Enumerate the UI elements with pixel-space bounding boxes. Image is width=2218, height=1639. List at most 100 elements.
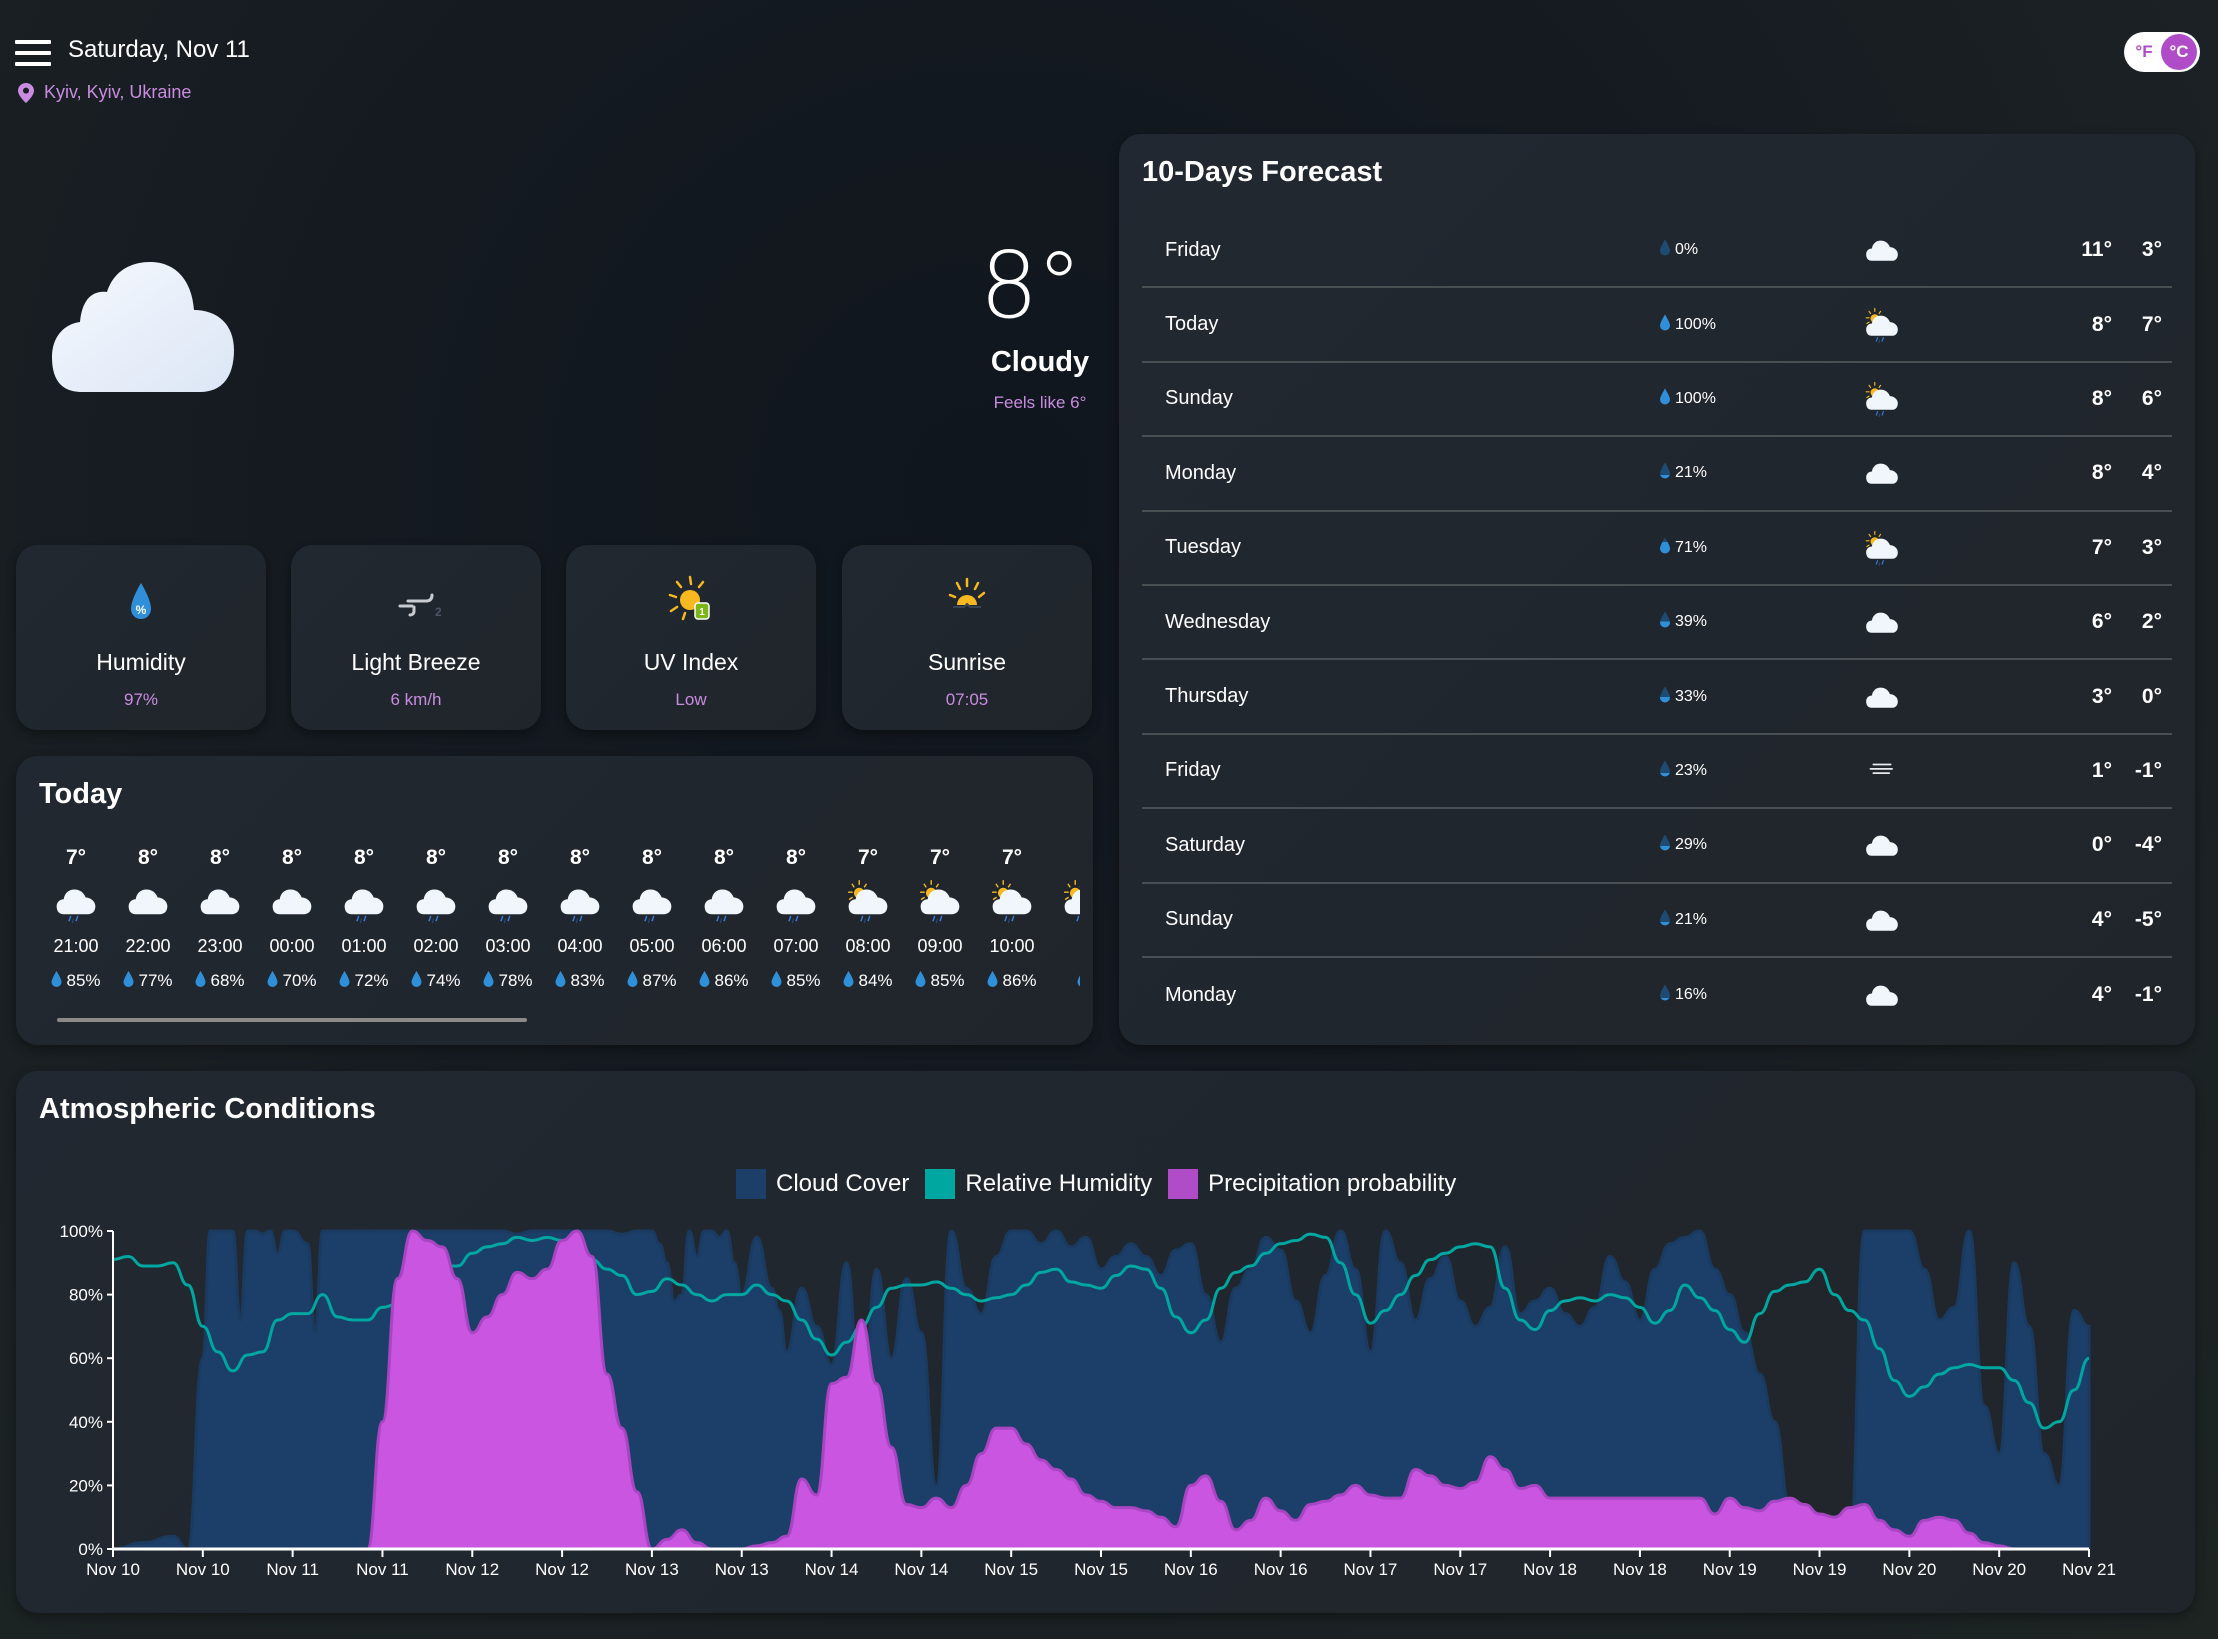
hour-precip: 85% xyxy=(760,966,832,996)
atmospheric-title: Atmospheric Conditions xyxy=(39,1093,376,1125)
hour-time: 01:00 xyxy=(341,936,387,956)
x-tick-label: Nov 20 xyxy=(1972,1560,2026,1579)
forecast-row[interactable]: Saturday 29% 0° -4° xyxy=(1142,809,2172,884)
legend-item[interactable]: Relative Humidity xyxy=(925,1169,1152,1199)
forecast-day: Friday xyxy=(1165,238,1221,261)
legend-item[interactable]: Precipitation probability xyxy=(1168,1169,1456,1199)
cloud-icon xyxy=(1862,827,1902,863)
x-tick-label: Nov 20 xyxy=(1882,1560,1936,1579)
cloud-icon xyxy=(112,876,184,926)
sunrise-card: Sunrise 07:05 xyxy=(842,545,1092,730)
forecast-high: 7° xyxy=(2091,535,2112,559)
ten-day-forecast-card: 10-Days Forecast Friday 0% 11° 3° Today … xyxy=(1119,134,2195,1045)
hour-precip-value: 72% xyxy=(354,971,389,990)
y-tick-label: 80% xyxy=(69,1286,103,1305)
hour-item: 7° 09:00 85% xyxy=(904,840,976,996)
hour-temp: 7° xyxy=(857,846,879,869)
cloud-icon xyxy=(1862,902,1902,938)
day-rain-icon xyxy=(832,876,904,926)
drop-icon xyxy=(1660,984,1670,1006)
cloud-icon xyxy=(52,262,234,392)
x-tick-label: Nov 15 xyxy=(1074,1560,1128,1579)
hourly-scrollbar[interactable] xyxy=(57,1018,527,1022)
menu-icon xyxy=(15,40,51,44)
forecast-precip-value: 21% xyxy=(1675,910,1708,928)
x-tick-label: Nov 12 xyxy=(445,1560,499,1579)
cloud-icon xyxy=(184,876,256,926)
x-tick-label: Nov 19 xyxy=(1703,1560,1757,1579)
drop-icon xyxy=(1660,239,1670,261)
hour-precip: 78% xyxy=(472,966,544,996)
legend-swatch xyxy=(1168,1169,1199,1199)
drop-icon xyxy=(195,970,206,992)
fahrenheit-option[interactable]: °F xyxy=(2127,42,2161,62)
x-tick-label: Nov 10 xyxy=(86,1560,140,1579)
atmospheric-chart: 0% 20% 40% 60% 80% 100% Nov 10 Nov 10 Nov 11 Nov … xyxy=(60,1222,2116,1579)
hour-precip: 85% xyxy=(904,966,976,996)
forecast-day: Sunday xyxy=(1165,908,1233,931)
drop-icon xyxy=(699,970,710,992)
hourly-list[interactable]: 7° 21:00 85% 8° 22:00 77% 8° 23:00 68% 8… xyxy=(40,840,1080,996)
drop-icon xyxy=(411,970,422,992)
hour-time: 00:00 xyxy=(269,936,315,956)
forecast-high: 8° xyxy=(2091,461,2112,485)
x-tick-label: Nov 21 xyxy=(2062,1560,2116,1579)
drop-icon xyxy=(1077,971,1080,992)
forecast-precip: 0% xyxy=(1660,239,1698,261)
location-pin-icon xyxy=(18,82,34,103)
stat-label: UV Index xyxy=(643,649,739,675)
night-rain-icon xyxy=(472,876,544,926)
forecast-high: 0° xyxy=(2091,833,2112,857)
hour-item: 8° 23:00 68% xyxy=(184,840,256,996)
wind-card: 2 Light Breeze 6 km/h xyxy=(291,545,541,730)
forecast-row[interactable]: Monday 21% 8° 4° xyxy=(1142,437,2172,512)
hour-temp: 7° xyxy=(65,846,87,869)
forecast-row[interactable]: Sunday 100% 8° 6° xyxy=(1142,363,2172,438)
cloud-icon xyxy=(1862,679,1902,715)
x-tick-label: Nov 13 xyxy=(715,1560,769,1579)
night-rain-icon xyxy=(328,876,400,926)
forecast-low: -1° xyxy=(2134,983,2162,1007)
menu-button[interactable] xyxy=(15,40,51,66)
forecast-row[interactable]: Friday 23% 1° -1° xyxy=(1142,735,2172,810)
forecast-precip: 21% xyxy=(1660,462,1707,484)
forecast-row[interactable]: Sunday 21% 4° -5° xyxy=(1142,884,2172,958)
wind-icon: 2 xyxy=(398,593,442,619)
location: Kyiv, Kyiv, Ukraine xyxy=(18,82,191,103)
hour-precip-value: 85% xyxy=(786,971,821,990)
x-tick-label: Nov 12 xyxy=(535,1560,589,1579)
drop-icon xyxy=(1660,909,1670,931)
forecast-low: 3° xyxy=(2141,535,2162,559)
hour-precip-value: 68% xyxy=(210,971,245,990)
forecast-row[interactable]: Wednesday 39% 6° 2° xyxy=(1142,586,2172,661)
y-tick-label: 100% xyxy=(60,1222,103,1241)
x-tick-label: Nov 14 xyxy=(894,1560,948,1579)
drop-icon xyxy=(339,970,350,992)
forecast-day: Wednesday xyxy=(1165,610,1271,633)
forecast-row[interactable]: Thursday 33% 3° 0° xyxy=(1142,660,2172,735)
unit-toggle[interactable]: °F °C xyxy=(2124,32,2200,72)
day-rain-icon xyxy=(904,876,976,926)
forecast-row[interactable]: Friday 0% 11° 3° xyxy=(1142,214,2172,289)
y-tick-label: 60% xyxy=(69,1349,103,1368)
hour-precip-value: 86% xyxy=(1002,971,1037,990)
day-rain-icon xyxy=(1048,876,1080,926)
hour-time: 03:00 xyxy=(485,936,531,956)
forecast-day: Monday xyxy=(1165,461,1237,484)
forecast-day: Tuesday xyxy=(1165,536,1241,559)
forecast-row[interactable]: Tuesday 71% 7° 3° xyxy=(1142,512,2172,586)
x-tick-label: Nov 11 xyxy=(356,1560,409,1579)
x-tick-label: Nov 17 xyxy=(1344,1560,1398,1579)
forecast-row[interactable]: Monday 16% 4° -1° xyxy=(1142,958,2172,1032)
legend-item[interactable]: Cloud Cover xyxy=(736,1169,909,1199)
forecast-day: Thursday xyxy=(1165,685,1249,708)
day-rain-icon xyxy=(1862,530,1902,566)
celsius-option[interactable]: °C xyxy=(2161,34,2197,70)
drop-icon xyxy=(987,970,998,992)
drop-icon xyxy=(555,970,566,992)
hour-item: 8° 22:00 77% xyxy=(112,840,184,996)
forecast-row[interactable]: Today 100% 8° 7° xyxy=(1142,288,2172,363)
forecast-day: Today xyxy=(1165,313,1219,336)
forecast-day: Monday xyxy=(1165,983,1237,1006)
x-tick-label: Nov 16 xyxy=(1164,1560,1218,1579)
